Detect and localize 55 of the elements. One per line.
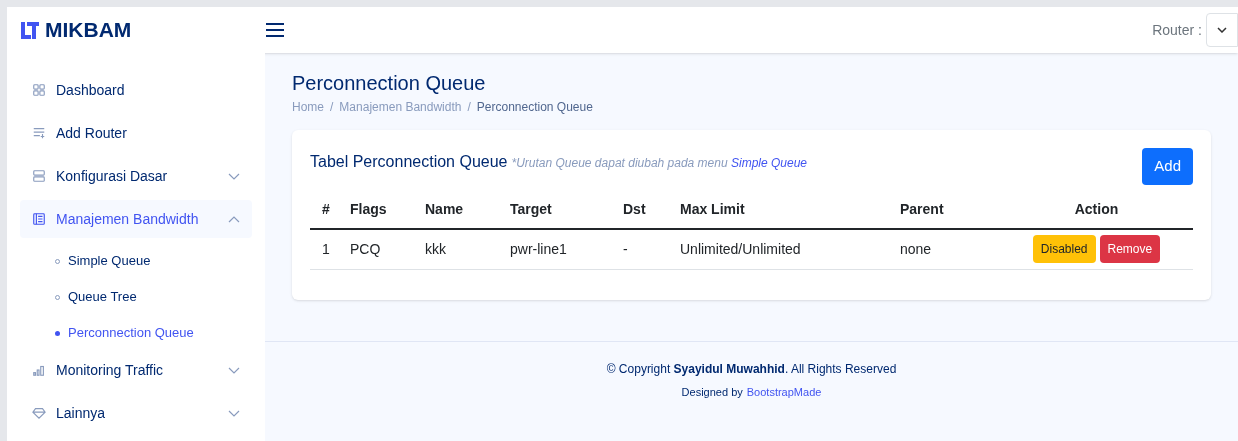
column-header: Flags (350, 190, 425, 229)
grid-icon (32, 83, 46, 97)
sidebar-item[interactable]: Monitoring Traffic (20, 351, 252, 389)
sidebar-item[interactable]: Konfigurasi Dasar (20, 157, 252, 195)
sidebar-item[interactable]: Lainnya (20, 394, 252, 432)
column-header: Parent (900, 190, 1000, 229)
table-cell: - (623, 228, 680, 269)
sidebar-item[interactable]: Dashboard (20, 71, 252, 109)
column-header: # (310, 190, 350, 229)
bootstrapmade-link[interactable]: BootstrapMade (746, 384, 822, 401)
table-cell: none (900, 228, 1000, 269)
logo-icon (19, 19, 41, 41)
status-button[interactable]: Disabled (1032, 235, 1096, 263)
column-header: Max Limit (680, 190, 900, 229)
chevron-down-icon (1217, 27, 1227, 33)
gem-icon (32, 406, 46, 420)
column-header: Action (1000, 190, 1193, 229)
table-cell: pwr-line1 (510, 228, 623, 269)
server-icon (32, 169, 46, 183)
table-icon (32, 212, 46, 226)
breadcrumb-separator: / (330, 99, 334, 116)
breadcrumb-separator: / (467, 99, 471, 116)
sidebar-item[interactable]: Manajemen Bandwidth (20, 200, 252, 238)
table-cell: PCQ (350, 228, 425, 269)
bar-chart-icon (32, 363, 46, 377)
submenu-item[interactable]: Simple Queue (20, 243, 252, 279)
simple-queue-link[interactable]: Simple Queue (731, 156, 808, 170)
router-label: Router : (1152, 20, 1202, 40)
copyright-text: © Copyright Syayidul Muwahhid. All Rights Reserved (606, 361, 897, 378)
breadcrumb-current: Perconnection Queue (476, 99, 593, 116)
bullet-icon (55, 294, 60, 300)
column-header: Name (425, 190, 510, 229)
page-title: Perconnection Queue (292, 71, 487, 96)
list-add-icon (32, 126, 46, 140)
menu-icon[interactable] (265, 22, 285, 38)
table-cell: kkk (425, 228, 510, 269)
chevron-up-icon (228, 215, 240, 223)
bullet-icon (55, 258, 60, 264)
remove-button[interactable]: Remove (1099, 235, 1161, 263)
add-button[interactable]: Add (1142, 148, 1193, 185)
bullet-icon (55, 330, 60, 336)
card-title: Tabel Perconnection Queue (310, 152, 508, 172)
column-header: Dst (623, 190, 680, 229)
column-header: Target (510, 190, 623, 229)
chevron-down-icon (228, 366, 240, 374)
table-cell: 1 (310, 228, 350, 269)
submenu-item[interactable]: Perconnection Queue (20, 315, 252, 351)
sidebar-item[interactable]: Add Router (20, 114, 252, 152)
designed-by-text: Designed by (681, 385, 743, 400)
submenu-item[interactable]: Queue Tree (20, 279, 252, 315)
chevron-down-icon (228, 172, 240, 180)
brand-name: MIKBAM (45, 17, 132, 44)
note-text: *Urutan Queue dapat diubah pada menu Simple Queue (511, 155, 808, 172)
chevron-down-icon (228, 409, 240, 417)
table-cell: Unlimited/Unlimited (680, 228, 900, 269)
